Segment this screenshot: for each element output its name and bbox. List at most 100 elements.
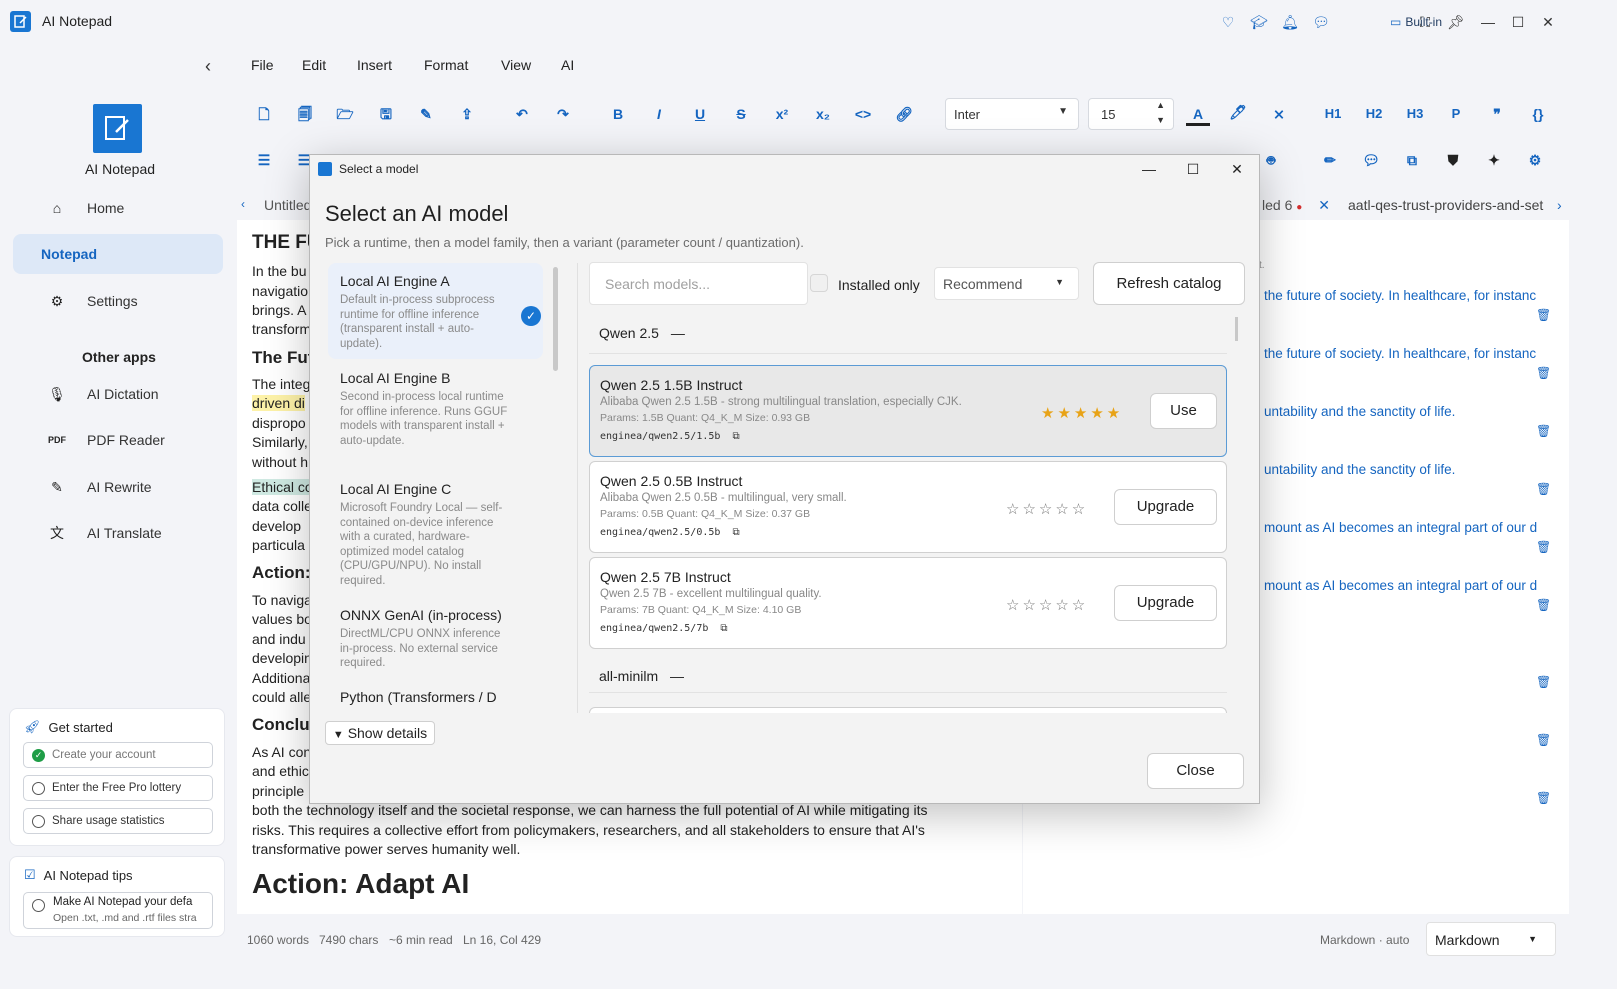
code-block-icon[interactable]: {}: [1526, 102, 1550, 126]
heading-2-button[interactable]: H2: [1362, 102, 1386, 126]
nav-ai-dictation[interactable]: 🎙︎ AI Dictation: [13, 374, 223, 414]
collapse-sidebar-icon[interactable]: ‹: [205, 56, 223, 76]
suggestion-line[interactable]: the future of society. In healthcare, fo…: [1264, 288, 1560, 303]
runtime-item-python[interactable]: Python (Transformers / D: [328, 679, 543, 713]
installed-only-checkbox[interactable]: [810, 274, 828, 292]
suggestion-line[interactable]: the future of society. In healthcare, fo…: [1264, 346, 1560, 361]
suggestion-line[interactable]: mount as AI becomes an integral part of …: [1264, 520, 1560, 535]
shield-check-icon[interactable]: ⛊: [1441, 148, 1465, 172]
use-model-button[interactable]: Use: [1150, 393, 1217, 429]
text-color-icon[interactable]: A: [1186, 102, 1210, 126]
bold-icon[interactable]: B: [606, 102, 630, 126]
copy-icon[interactable]: ⧉: [1400, 148, 1424, 172]
heart-icon[interactable]: ♡: [1219, 13, 1237, 31]
family-header-all-minilm[interactable]: all-minilm —: [599, 668, 684, 684]
save-as-icon[interactable]: ✎: [414, 102, 438, 126]
feedback-icon[interactable]: 💬︎: [1312, 13, 1330, 31]
nav-home[interactable]: ⌂ Home: [13, 188, 223, 228]
task-create-account[interactable]: ✓ Create your account: [23, 742, 213, 768]
runtime-scrollbar[interactable]: [553, 267, 558, 371]
font-family-select[interactable]: Inter ▼: [945, 98, 1079, 130]
menu-file[interactable]: File: [251, 57, 274, 73]
highlight-icon[interactable]: 🖊︎: [1226, 100, 1250, 124]
menu-format[interactable]: Format: [424, 57, 468, 73]
pin-icon[interactable]: 📌︎: [1445, 11, 1467, 33]
tab-scroll-right-icon[interactable]: ›: [1557, 197, 1562, 213]
dialog-minimize-button[interactable]: —: [1139, 159, 1159, 179]
trash-icon[interactable]: 🗑︎: [1536, 791, 1551, 805]
runtime-item-engine-a[interactable]: Local AI Engine A Default in-process sub…: [328, 263, 543, 359]
minimize-button[interactable]: —: [1477, 11, 1499, 33]
bell-icon[interactable]: 🔔︎: [1281, 13, 1299, 31]
runtime-item-engine-c[interactable]: Local AI Engine C Microsoft Foundry Loca…: [328, 471, 543, 598]
share-icon[interactable]: ⇪: [455, 102, 479, 126]
trash-icon[interactable]: 🗑︎: [1536, 308, 1551, 322]
trash-icon[interactable]: 🗑︎: [1536, 540, 1551, 554]
robot-icon[interactable]: 🤖︎: [1259, 148, 1283, 172]
new-file-icon[interactable]: 🗋︎: [252, 102, 276, 126]
tab-scroll-left-icon[interactable]: ‹: [241, 197, 245, 211]
nav-pdf-reader[interactable]: PDF PDF Reader: [13, 420, 223, 460]
link-icon[interactable]: 🔗︎: [892, 102, 916, 126]
comment-add-icon[interactable]: 💬︎: [1359, 148, 1383, 172]
dialog-maximize-button[interactable]: ☐: [1183, 159, 1203, 179]
nav-settings[interactable]: ⚙ Settings: [13, 281, 223, 321]
sliders-icon[interactable]: ⚙: [1523, 148, 1547, 172]
italic-icon[interactable]: I: [647, 102, 671, 126]
trash-icon[interactable]: 🗑︎: [1536, 482, 1551, 496]
model-list-scrollbar[interactable]: [1235, 317, 1238, 341]
copy-icon[interactable]: ⧉: [732, 431, 739, 442]
tab-untitled[interactable]: Untitled: [264, 197, 311, 213]
menu-edit[interactable]: Edit: [302, 57, 326, 73]
graduation-cap-icon[interactable]: 🎓︎: [1250, 13, 1268, 31]
tab-aatl[interactable]: aatl-qes-trust-providers-and-set: [1348, 197, 1543, 213]
nav-ai-rewrite[interactable]: ✎ AI Rewrite: [13, 467, 223, 507]
nav-ai-translate[interactable]: 文 AI Translate: [13, 513, 223, 553]
menu-ai[interactable]: AI: [561, 57, 574, 73]
suggestion-line[interactable]: untability and the sanctity of life.: [1264, 404, 1560, 419]
tip-default-app[interactable]: Make AI Notepad your defa Open .txt, .md…: [23, 892, 213, 929]
model-search-input[interactable]: Search models...: [589, 262, 808, 305]
paragraph-button[interactable]: P: [1444, 102, 1468, 126]
stepper-down-icon[interactable]: ▼: [1156, 115, 1165, 125]
suggestion-line[interactable]: mount as AI becomes an integral part of …: [1264, 578, 1560, 593]
copy-icon[interactable]: ⧉: [732, 527, 739, 538]
trash-icon[interactable]: 🗑︎: [1536, 366, 1551, 380]
heading-1-button[interactable]: H1: [1321, 102, 1345, 126]
underline-icon[interactable]: U: [688, 102, 712, 126]
model-card-qwen-0-5b[interactable]: Qwen 2.5 0.5B Instruct Alibaba Qwen 2.5 …: [589, 461, 1227, 553]
runtime-item-engine-b[interactable]: Local AI Engine B Second in-process loca…: [328, 360, 543, 458]
maximize-button[interactable]: ☐: [1507, 11, 1529, 33]
bullet-list-icon[interactable]: ☰: [252, 148, 276, 172]
copy-icon[interactable]: ⧉: [720, 623, 727, 634]
refresh-catalog-button[interactable]: Refresh catalog: [1093, 262, 1245, 305]
fullscreen-icon[interactable]: ⛶: [1414, 11, 1436, 33]
clear-format-icon[interactable]: ⨯: [1267, 102, 1291, 126]
menu-insert[interactable]: Insert: [357, 57, 392, 73]
pen-icon[interactable]: ✏: [1318, 148, 1342, 172]
menu-view[interactable]: View: [501, 57, 531, 73]
dialog-close-icon[interactable]: ✕: [1227, 159, 1247, 179]
document-mode-select[interactable]: Markdown ▼: [1426, 922, 1556, 956]
font-size-stepper[interactable]: 15 ▲ ▼: [1088, 98, 1174, 130]
upgrade-button[interactable]: Upgrade: [1114, 489, 1217, 525]
superscript-icon[interactable]: x²: [770, 102, 794, 126]
close-window-button[interactable]: ✕: [1537, 11, 1559, 33]
runtime-item-onnx[interactable]: ONNX GenAI (in-process) DirectML/CPU ONN…: [328, 597, 543, 681]
task-share-stats[interactable]: Share usage statistics: [23, 808, 213, 834]
undo-icon[interactable]: ↶: [510, 102, 534, 126]
tab-close-icon[interactable]: ✕: [1318, 197, 1330, 213]
strikethrough-icon[interactable]: S: [729, 102, 753, 126]
stepper-up-icon[interactable]: ▲: [1156, 100, 1165, 110]
trash-icon[interactable]: 🗑︎: [1536, 733, 1551, 747]
family-header-qwen[interactable]: Qwen 2.5 —: [599, 325, 685, 341]
task-free-pro-lottery[interactable]: Enter the Free Pro lottery: [23, 775, 213, 801]
close-button[interactable]: Close: [1147, 753, 1244, 789]
model-card-qwen-7b[interactable]: Qwen 2.5 7B Instruct Qwen 2.5 7B - excel…: [589, 557, 1227, 649]
show-details-button[interactable]: ▼ Show details: [325, 721, 435, 745]
trash-icon[interactable]: 🗑︎: [1536, 675, 1551, 689]
model-card-qwen-1-5b[interactable]: Qwen 2.5 1.5B Instruct Alibaba Qwen 2.5 …: [589, 365, 1227, 457]
subscript-icon[interactable]: x₂: [811, 102, 835, 126]
sparkle-icon[interactable]: ✦: [1482, 148, 1506, 172]
code-icon[interactable]: <>: [851, 102, 875, 126]
